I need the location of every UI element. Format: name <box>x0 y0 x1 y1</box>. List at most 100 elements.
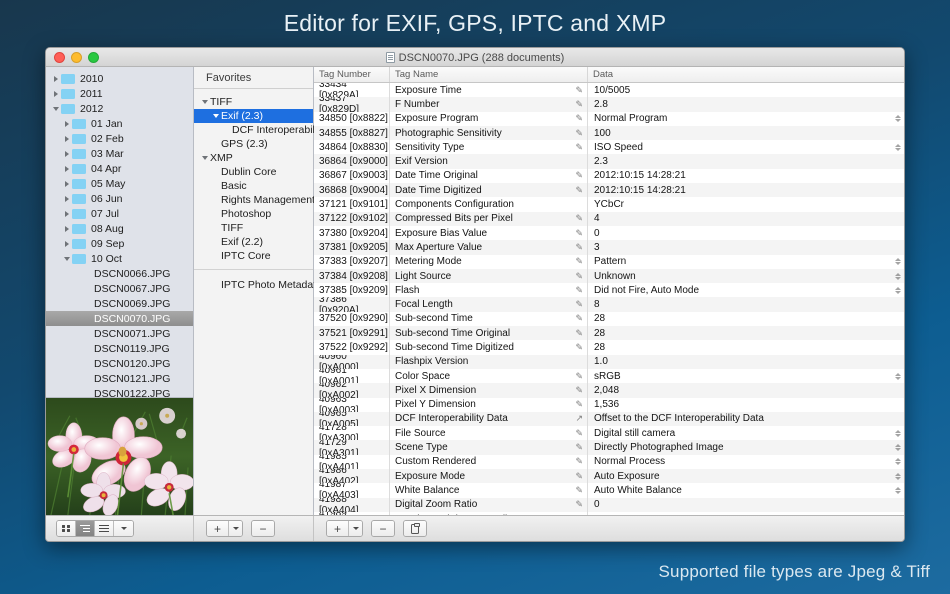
cell-data[interactable]: 2.3 <box>588 154 904 168</box>
table-row[interactable]: 41986 [0xA402] Exposure Mode ✎ Auto Exposur… <box>314 469 904 484</box>
image-thumbnail[interactable] <box>46 397 193 515</box>
file-tree-item[interactable]: 05 May <box>46 176 193 191</box>
table-row[interactable]: 36867 [0x9003] Date Time Original ✎ 2012:10… <box>314 168 904 184</box>
cell-data[interactable]: Pattern <box>588 255 904 269</box>
table-row[interactable]: 37122 [0x9102] Compressed Bits per Pixel ✎… <box>314 211 904 226</box>
file-tree-item[interactable]: DSCN0069.JPG <box>46 296 193 311</box>
table-row[interactable]: 33437 [0x829D] F Number ✎ 2.8 <box>314 97 904 112</box>
value-stepper-icon[interactable] <box>894 286 901 294</box>
favorites-minus-icon[interactable]: − <box>252 521 274 536</box>
value-stepper-icon[interactable] <box>894 444 901 452</box>
favorites-item[interactable]: Exif (2.3) <box>194 109 313 123</box>
jump-arrow-icon[interactable]: ↗ <box>575 414 583 423</box>
table-row[interactable]: 40960 [0xA000] Flashpix Version 1.0 <box>314 354 904 369</box>
edit-pencil-icon[interactable]: ✎ <box>575 371 583 381</box>
file-tree-item[interactable]: DSCN0066.JPG <box>46 266 193 281</box>
value-stepper-icon[interactable] <box>894 429 901 437</box>
table-minus-icon[interactable]: − <box>372 521 394 536</box>
cell-data[interactable]: 3 <box>588 240 904 254</box>
table-add-segmented-control[interactable]: + <box>326 520 363 537</box>
disclosure-triangle-down-icon[interactable] <box>213 114 219 118</box>
cell-data[interactable]: Auto White Balance <box>588 483 904 497</box>
table-row[interactable]: 41987 [0xA403] White Balance ✎ Auto White B… <box>314 483 904 498</box>
edit-pencil-icon[interactable]: ✎ <box>575 500 583 509</box>
clipboard-icon[interactable] <box>404 521 426 536</box>
table-row[interactable]: 41988 [0xA404] Digital Zoom Ratio ✎ 0 <box>314 497 904 512</box>
favorites-item[interactable]: DCF Interoperability <box>194 123 325 137</box>
table-row[interactable]: 40961 [0xA001] Color Space ✎ sRGB <box>314 368 904 384</box>
table-row[interactable]: 34855 [0x8827] Photographic Sensitivity ✎ 1… <box>314 125 904 141</box>
table-row[interactable]: 37522 [0x9292] Sub-second Time Digitized ✎… <box>314 340 904 355</box>
edit-pencil-icon[interactable]: ✎ <box>575 314 583 323</box>
edit-pencil-icon[interactable]: ✎ <box>575 385 583 395</box>
cell-data[interactable]: 2,048 <box>588 383 904 397</box>
view-options-chevron-down-icon[interactable] <box>114 521 133 536</box>
cell-data[interactable]: 4 <box>588 212 904 226</box>
table-row[interactable]: 41728 [0xA300] File Source ✎ Digital still … <box>314 426 904 441</box>
grid-view-icon[interactable] <box>57 521 76 536</box>
cell-data[interactable]: 38 <box>588 512 904 515</box>
favorites-item[interactable]: TIFF <box>194 95 313 109</box>
metadata-table-body[interactable]: 33434 [0x829A] Exposure Time ✎ 10/5005 33437… <box>314 83 904 515</box>
table-clipboard-control[interactable] <box>403 520 427 537</box>
edit-pencil-icon[interactable]: ✎ <box>575 300 583 309</box>
edit-pencil-icon[interactable]: ✎ <box>575 342 583 352</box>
file-tree-item[interactable]: DSCN0067.JPG <box>46 281 193 296</box>
table-remove-control[interactable]: − <box>371 520 395 537</box>
table-row[interactable]: 37384 [0x9208] Light Source ✎ Unknown <box>314 268 904 284</box>
view-mode-segmented-control[interactable] <box>56 520 134 537</box>
table-row[interactable]: 37386 [0x920A] Focal Length ✎ 8 <box>314 297 904 312</box>
favorites-item[interactable]: GPS (2.3) <box>194 137 313 151</box>
edit-pencil-icon[interactable]: ✎ <box>575 185 583 195</box>
value-stepper-icon[interactable] <box>894 486 901 494</box>
cell-data[interactable]: 1.0 <box>588 355 904 369</box>
cell-data[interactable]: 10/5005 <box>588 83 904 97</box>
table-row[interactable]: 41729 [0xA301] Scene Type ✎ Directly Photog… <box>314 440 904 455</box>
edit-pencil-icon[interactable]: ✎ <box>575 142 583 152</box>
file-tree-item[interactable]: DSCN0121.JPG <box>46 371 193 386</box>
edit-pencil-icon[interactable]: ✎ <box>575 128 583 138</box>
column-header-tag-name[interactable]: Tag Name <box>390 67 588 82</box>
disclosure-triangle-right-icon[interactable] <box>64 120 69 127</box>
column-header-tag-number[interactable]: Tag Number <box>314 67 390 82</box>
disclosure-triangle-right-icon[interactable] <box>53 90 58 97</box>
value-stepper-icon[interactable] <box>894 115 901 123</box>
value-stepper-icon[interactable] <box>894 143 901 151</box>
favorites-item[interactable]: Dublin Core <box>194 165 313 179</box>
disclosure-triangle-right-icon[interactable] <box>53 75 58 82</box>
cell-data[interactable]: Auto Exposure <box>588 469 904 483</box>
cell-data[interactable]: Normal Process <box>588 455 904 469</box>
table-plus-icon[interactable]: + <box>327 521 349 536</box>
disclosure-triangle-right-icon[interactable] <box>64 195 69 202</box>
file-tree-item[interactable]: 08 Aug <box>46 221 193 236</box>
edit-pencil-icon[interactable]: ✎ <box>575 171 583 180</box>
edit-pencil-icon[interactable]: ✎ <box>575 214 583 223</box>
table-row[interactable]: 41985 [0xA401] Custom Rendered ✎ Normal Pro… <box>314 454 904 470</box>
table-row[interactable]: 34864 [0x8830] Sensitivity Type ✎ ISO Speed <box>314 140 904 155</box>
table-row[interactable]: 40963 [0xA003] Pixel Y Dimension ✎ 1,536 <box>314 397 904 412</box>
column-header-data[interactable]: Data <box>588 67 904 82</box>
cell-data[interactable]: 28 <box>588 326 904 340</box>
favorites-item[interactable]: Basic <box>194 179 313 193</box>
file-tree-item[interactable]: 2012 <box>46 101 193 116</box>
edit-pencil-icon[interactable]: ✎ <box>575 242 583 252</box>
edit-pencil-icon[interactable]: ✎ <box>575 228 583 238</box>
favorites-item[interactable]: Exif (2.2) <box>194 235 313 249</box>
favorites-list[interactable]: TIFF Exif (2.3) DCF Interoperability GPS (2… <box>194 89 325 263</box>
edit-pencil-icon[interactable]: ✎ <box>575 471 583 481</box>
favorites-bottom-list[interactable]: IPTC Photo Metadata <box>194 270 322 292</box>
table-chevron-down-icon[interactable] <box>349 521 362 536</box>
table-row[interactable]: 37380 [0x9204] Exposure Bias Value ✎ 0 <box>314 225 904 241</box>
favorites-remove-control[interactable]: − <box>251 520 275 537</box>
cell-data[interactable]: 2012:10:15 14:28:21 <box>588 183 904 197</box>
cell-data[interactable]: YCbCr <box>588 197 904 211</box>
disclosure-triangle-right-icon[interactable] <box>64 180 69 187</box>
disclosure-triangle-down-icon[interactable] <box>63 256 70 261</box>
edit-pencil-icon[interactable]: ✎ <box>575 400 583 409</box>
favorites-item[interactable]: TIFF <box>194 221 313 235</box>
cell-data[interactable]: Directly Photographed Image <box>588 440 904 454</box>
list-view-icon[interactable] <box>95 521 114 536</box>
cell-data[interactable]: 28 <box>588 312 904 326</box>
cell-data[interactable]: 0 <box>588 226 904 240</box>
value-stepper-icon[interactable] <box>894 258 901 266</box>
